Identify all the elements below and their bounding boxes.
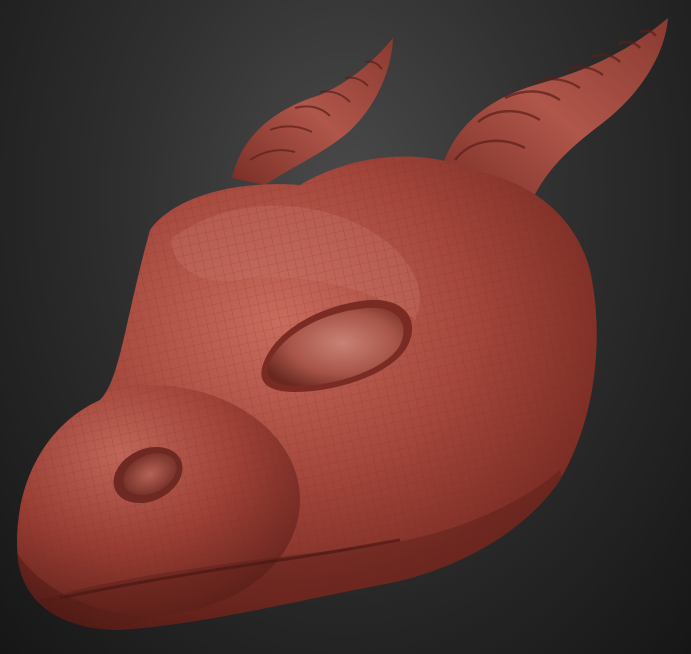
sculpt-viewport[interactable] <box>0 0 691 654</box>
dragon-head-render <box>17 18 668 631</box>
